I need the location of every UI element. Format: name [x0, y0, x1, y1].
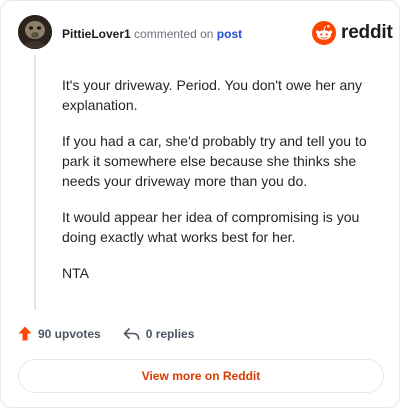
reddit-brand[interactable]: reddit: [312, 21, 393, 45]
comment-paragraph: If you had a car, she'd probably try and…: [62, 133, 367, 189]
upvote-count: 90 upvotes: [38, 326, 101, 341]
comment-paragraph: It's your driveway. Period. You don't ow…: [62, 77, 363, 113]
reply-arrow-icon: [123, 327, 140, 340]
comment-embed-card: PittieLover1 commented on post reddit It…: [0, 0, 400, 408]
reply-count: 0 replies: [145, 326, 195, 341]
thread-line: [34, 55, 36, 310]
comment-actions: 90 upvotes 0 replies: [18, 326, 216, 341]
comment-body: It's your driveway. Period. You don't ow…: [62, 75, 380, 299]
comment-paragraph: It would appear her idea of compromising…: [62, 209, 360, 245]
post-link[interactable]: post: [217, 27, 242, 41]
user-avatar[interactable]: [18, 15, 52, 49]
username-link[interactable]: PittieLover1: [62, 27, 131, 41]
upvote-arrow-icon: [18, 326, 32, 341]
avatar-image: [18, 15, 52, 49]
replies-button[interactable]: 0 replies: [123, 326, 195, 341]
view-more-button[interactable]: View more on Reddit: [18, 359, 384, 393]
comment-header: PittieLover1 commented on post: [62, 26, 242, 42]
upvote-button[interactable]: 90 upvotes: [18, 326, 101, 341]
reddit-wordmark: reddit: [341, 22, 393, 43]
commented-on-text: commented on: [134, 27, 214, 41]
comment-paragraph: NTA: [62, 265, 89, 281]
reddit-snoo-icon: [312, 21, 336, 45]
